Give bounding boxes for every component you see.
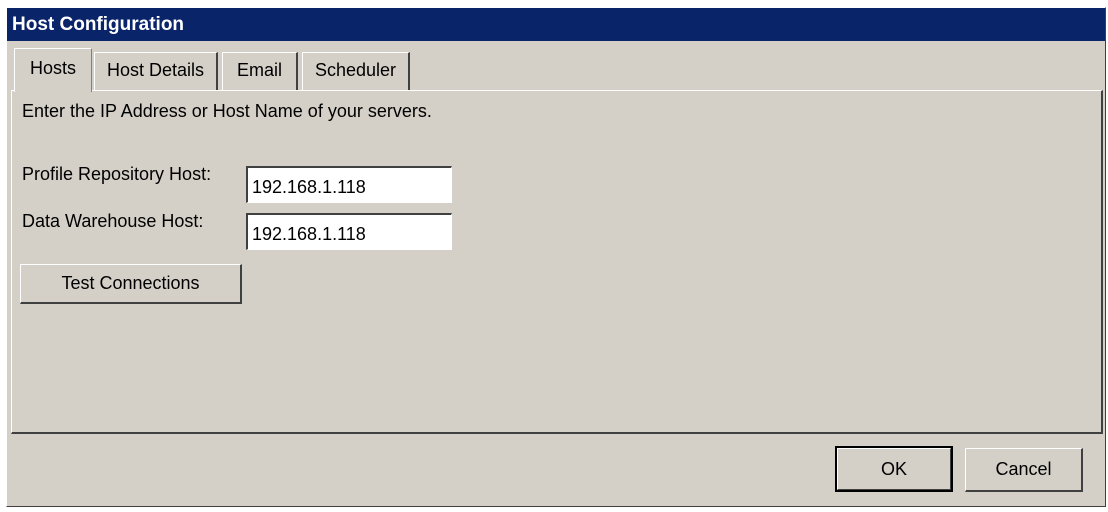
- profile-repository-host-label: Profile Repository Host:: [22, 164, 212, 184]
- ok-button[interactable]: OK: [835, 446, 953, 492]
- instruction-text: Enter the IP Address or Host Name of you…: [22, 101, 432, 121]
- test-connections-button[interactable]: Test Connections: [20, 264, 242, 304]
- test-connections-label: Test Connections: [61, 273, 200, 293]
- window-title: Host Configuration: [12, 14, 185, 35]
- tab-hosts-label: Hosts: [29, 58, 76, 78]
- tab-host-details-label: Host Details: [106, 60, 205, 80]
- tab-email-label: Email: [236, 60, 282, 80]
- tab-email[interactable]: Email: [222, 52, 298, 90]
- tab-hosts[interactable]: Hosts: [14, 48, 92, 92]
- title-bar: Host Configuration: [7, 8, 1105, 41]
- host-configuration-window: Host Configuration Hosts Host Details Em…: [6, 7, 1106, 507]
- cancel-button[interactable]: Cancel: [965, 448, 1083, 492]
- tab-host-details[interactable]: Host Details: [94, 52, 218, 90]
- tab-scheduler-label: Scheduler: [314, 60, 397, 80]
- profile-repository-host-input[interactable]: [246, 166, 452, 203]
- ok-button-label: OK: [837, 448, 951, 490]
- tab-scheduler[interactable]: Scheduler: [302, 52, 410, 90]
- cancel-button-label: Cancel: [995, 459, 1052, 479]
- hosts-tab-panel: Enter the IP Address or Host Name of you…: [11, 90, 1103, 434]
- data-warehouse-host-input[interactable]: [246, 213, 452, 250]
- data-warehouse-host-label: Data Warehouse Host:: [22, 211, 204, 231]
